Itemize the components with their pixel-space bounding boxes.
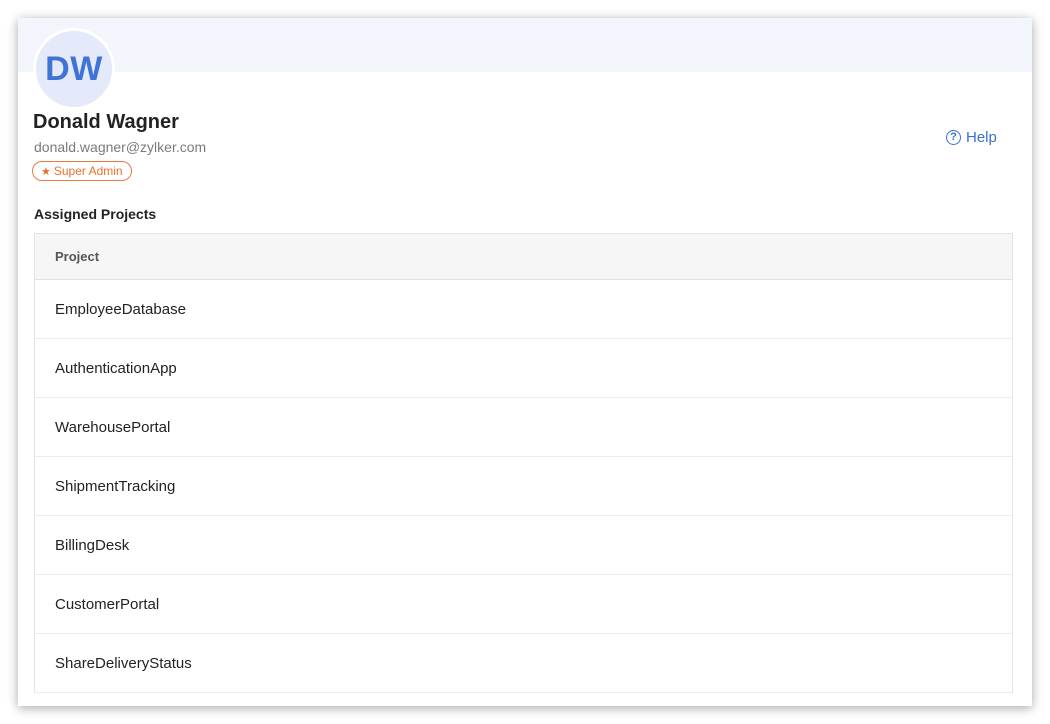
- table-row[interactable]: CustomerPortal: [35, 575, 1012, 634]
- project-name: EmployeeDatabase: [55, 300, 186, 318]
- project-name: CustomerPortal: [55, 595, 160, 613]
- table-row[interactable]: ShipmentTracking: [35, 457, 1012, 516]
- projects-table: Project EmployeeDatabase AuthenticationA…: [34, 233, 1013, 693]
- table-row[interactable]: EmployeeDatabase: [35, 280, 1012, 339]
- avatar: DW: [33, 28, 115, 110]
- user-details-panel: DW Donald Wagner donald.wagner@zylker.co…: [18, 18, 1032, 706]
- user-name: Donald Wagner: [33, 111, 179, 133]
- star-icon: ★: [41, 165, 51, 178]
- avatar-initials: DW: [45, 49, 103, 88]
- question-circle-icon: ?: [946, 130, 961, 145]
- help-link[interactable]: ? Help: [946, 129, 997, 146]
- table-row[interactable]: AuthenticationApp: [35, 339, 1012, 398]
- project-name: BillingDesk: [55, 536, 130, 554]
- project-name: WarehousePortal: [55, 418, 171, 436]
- project-name: ShipmentTracking: [55, 477, 176, 495]
- project-name: AuthenticationApp: [55, 359, 177, 377]
- project-name: ShareDeliveryStatus: [55, 654, 192, 672]
- table-row[interactable]: BillingDesk: [35, 516, 1012, 575]
- column-header-project[interactable]: Project: [35, 234, 1012, 280]
- table-row[interactable]: WarehousePortal: [35, 398, 1012, 457]
- help-label: Help: [966, 129, 997, 146]
- table-row[interactable]: ShareDeliveryStatus: [35, 634, 1012, 693]
- profile-header-band: [18, 18, 1032, 72]
- column-header-label: Project: [55, 249, 100, 264]
- section-title: Assigned Projects: [34, 206, 157, 222]
- user-email: donald.wagner@zylker.com: [34, 139, 207, 155]
- role-badge: ★ Super Admin: [32, 161, 132, 181]
- role-label: Super Admin: [53, 164, 123, 178]
